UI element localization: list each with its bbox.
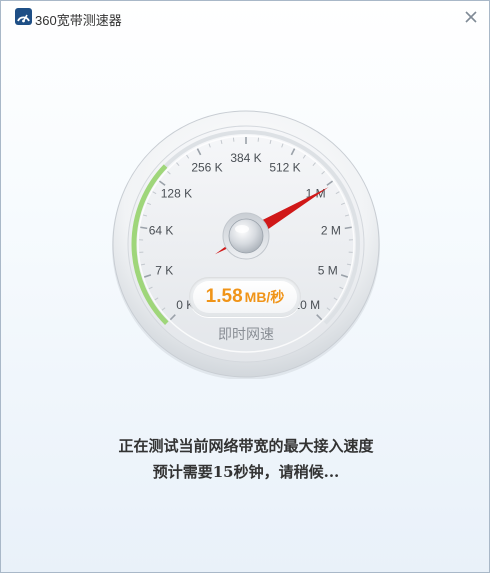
gauge-scale-label: 7 K <box>155 264 173 278</box>
status-message: 正在测试当前网络带宽的最大接入速度 <box>118 437 374 455</box>
gauge-scale-label: 64 K <box>149 224 174 238</box>
needle-hub-highlight <box>235 225 249 233</box>
gauge-scale-label: 5 M <box>318 264 338 278</box>
close-icon[interactable] <box>462 8 480 26</box>
speed-value: 1.58 <box>205 286 243 307</box>
title-bar[interactable]: 360宽带测速器 <box>1 1 489 35</box>
speedometer-app-icon <box>15 8 32 25</box>
speed-caption: 即时网速 <box>218 326 274 342</box>
speedtest-window: 360宽带测速器 0 K 7 K 64 K 128 K 256 K 384 K … <box>0 0 490 573</box>
speed-readout: 1.58 MB/秒 <box>189 277 301 317</box>
gauge-scale-label: 128 K <box>161 187 192 201</box>
needle-hub <box>228 218 264 254</box>
gauge-tick <box>140 226 148 230</box>
gauge-scale-label: 384 K <box>230 151 261 165</box>
gauge-tick <box>344 226 352 230</box>
speed-unit: MB/秒 <box>244 289 285 305</box>
speed-readout-inner: 1.58 MB/秒 <box>193 281 297 313</box>
gauge-scale-label: 512 K <box>269 160 300 174</box>
gauge-scale-label: 2 M <box>321 224 341 238</box>
status-eta: 预计需要15秒钟，请稍候... <box>152 463 340 481</box>
gauge-scale-label: 256 K <box>191 160 222 174</box>
window-title: 360宽带测速器 <box>35 13 122 28</box>
